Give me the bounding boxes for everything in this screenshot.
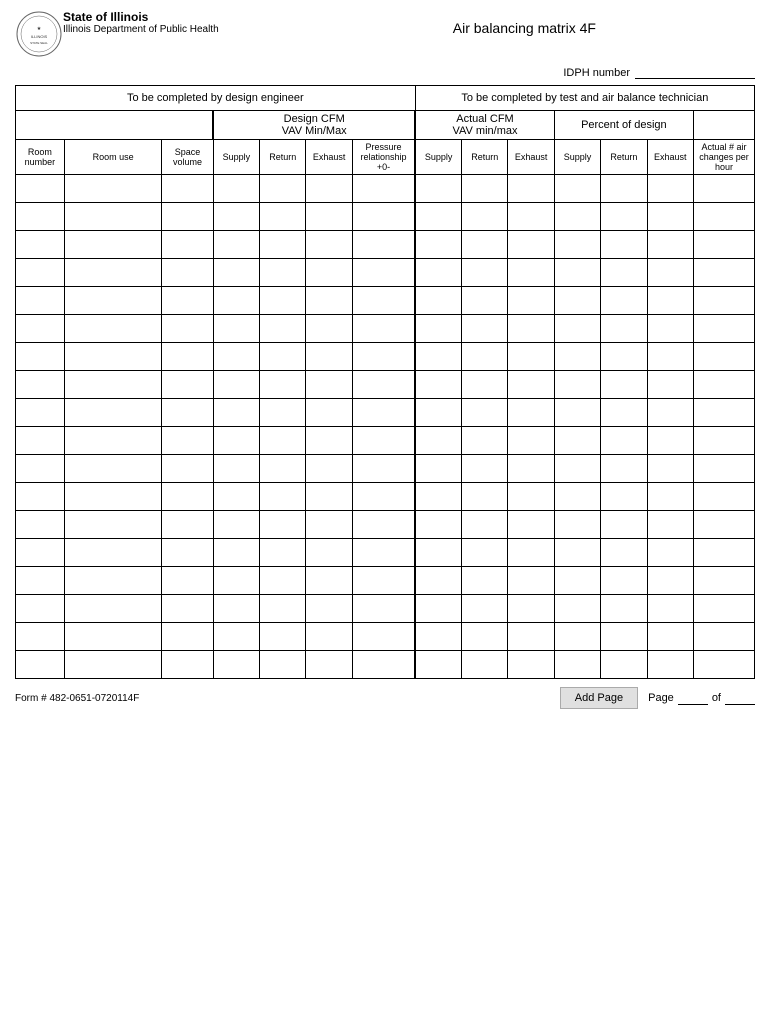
header: ★ ILLINOIS STATE SEAL State of Illinois … bbox=[15, 10, 755, 58]
design-cfm-sub: VAV Min/Max bbox=[216, 125, 412, 137]
total-pages-field[interactable] bbox=[725, 692, 755, 705]
svg-text:ILLINOIS: ILLINOIS bbox=[31, 34, 48, 39]
table-row bbox=[16, 651, 755, 679]
col-supply-percent: Supply bbox=[554, 140, 600, 175]
page: ★ ILLINOIS STATE SEAL State of Illinois … bbox=[0, 0, 770, 1024]
col-exhaust-actual: Exhaust bbox=[508, 140, 554, 175]
col-air-changes: Actual # air changes per hour bbox=[693, 140, 754, 175]
table-row bbox=[16, 371, 755, 399]
table-row bbox=[16, 343, 755, 371]
actual-cfm-sub: VAV min/max bbox=[418, 125, 552, 137]
table-row bbox=[16, 315, 755, 343]
design-cfm-label: Design CFM bbox=[216, 113, 412, 125]
table-row bbox=[16, 455, 755, 483]
table-row bbox=[16, 483, 755, 511]
col-supply-design: Supply bbox=[213, 140, 259, 175]
table-row bbox=[16, 511, 755, 539]
table-row bbox=[16, 427, 755, 455]
col-return-design: Return bbox=[260, 140, 306, 175]
actual-cfm-header: Actual CFM VAV min/max bbox=[415, 111, 554, 140]
actual-cfm-label: Actual CFM bbox=[418, 113, 552, 125]
table-row bbox=[16, 623, 755, 651]
col-room-use: Room use bbox=[64, 140, 162, 175]
idph-label: IDPH number bbox=[563, 67, 630, 79]
col-return-actual: Return bbox=[462, 140, 508, 175]
col-space-volume: Space volume bbox=[162, 140, 213, 175]
header-state-info: State of Illinois Illinois Department of… bbox=[63, 10, 294, 35]
section-right-header: To be completed by test and air balance … bbox=[415, 86, 754, 111]
idph-number-field[interactable] bbox=[635, 66, 755, 79]
col-supply-actual: Supply bbox=[415, 140, 461, 175]
footer-right: Add Page Page of bbox=[560, 687, 755, 709]
col-return-percent: Return bbox=[601, 140, 647, 175]
empty-top-left bbox=[16, 111, 214, 140]
col-exhaust-percent: Exhaust bbox=[647, 140, 693, 175]
page-number-field[interactable] bbox=[678, 692, 708, 705]
table-row bbox=[16, 231, 755, 259]
percent-label: Percent of design bbox=[557, 119, 691, 131]
table-row bbox=[16, 287, 755, 315]
col-pressure-rel: Pressure relationship +0- bbox=[352, 140, 415, 175]
svg-text:★: ★ bbox=[37, 26, 42, 32]
col-exhaust-design: Exhaust bbox=[306, 140, 352, 175]
page-label: Page bbox=[648, 692, 674, 704]
page-title: Air balancing matrix 4F bbox=[294, 10, 755, 36]
state-seal-icon: ★ ILLINOIS STATE SEAL bbox=[15, 10, 63, 58]
form-number: Form # 482-0651-0720114F bbox=[15, 693, 139, 704]
table-row bbox=[16, 259, 755, 287]
table-row bbox=[16, 399, 755, 427]
main-table: To be completed by design engineer To be… bbox=[15, 85, 755, 679]
percent-header: Percent of design bbox=[554, 111, 693, 140]
table-row bbox=[16, 539, 755, 567]
dept-name: Illinois Department of Public Health bbox=[63, 24, 294, 35]
col-room-number: Room number bbox=[16, 140, 65, 175]
svg-text:STATE SEAL: STATE SEAL bbox=[30, 41, 48, 45]
table-row bbox=[16, 175, 755, 203]
table-row bbox=[16, 567, 755, 595]
design-cfm-header: Design CFM VAV Min/Max bbox=[213, 111, 415, 140]
section-left-header: To be completed by design engineer bbox=[16, 86, 416, 111]
table-row bbox=[16, 595, 755, 623]
footer: Form # 482-0651-0720114F Add Page Page o… bbox=[15, 687, 755, 709]
of-label: of bbox=[712, 692, 721, 704]
state-name: State of Illinois bbox=[63, 10, 294, 24]
add-page-button[interactable]: Add Page bbox=[560, 687, 638, 709]
page-info: Page of bbox=[648, 692, 755, 705]
table-row bbox=[16, 203, 755, 231]
air-changes-empty bbox=[693, 111, 754, 140]
idph-row: IDPH number bbox=[15, 66, 755, 79]
